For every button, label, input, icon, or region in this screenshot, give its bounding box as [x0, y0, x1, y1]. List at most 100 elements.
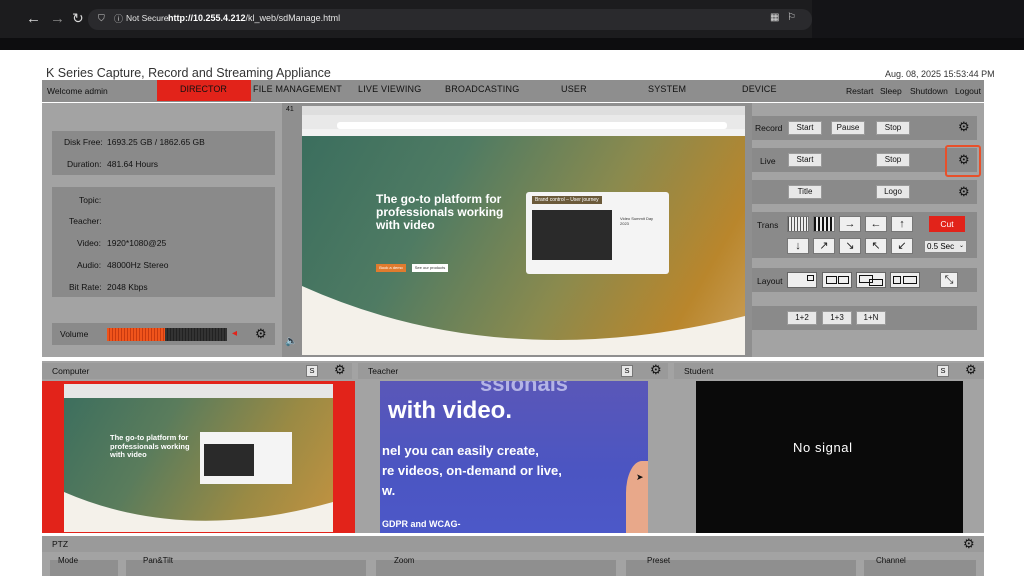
layout-split-button[interactable] — [822, 272, 852, 288]
arrow-right-icon[interactable]: → — [839, 216, 861, 232]
cut-button[interactable]: Cut — [929, 216, 965, 232]
overlay-gear-icon[interactable]: ⚙ — [958, 185, 970, 198]
live-gear-icon[interactable]: ⚙ — [958, 153, 970, 166]
preview-menubar — [302, 106, 745, 115]
tab-system[interactable]: SYSTEM — [648, 84, 686, 94]
arrow-up-right-icon[interactable]: ↗ — [813, 238, 835, 254]
teacher-feed-line3: nel you can easily create, — [382, 443, 539, 458]
forward-icon[interactable]: → — [50, 10, 65, 27]
layout-overlap-button[interactable] — [856, 272, 886, 288]
camera-computer-gear-icon[interactable]: ⚙ — [334, 363, 346, 376]
live-row — [752, 148, 977, 172]
topic-label: Topic: — [79, 195, 102, 205]
teacher-feed-line2: with video. — [388, 397, 513, 424]
ptz-preset-label: Preset — [647, 556, 671, 565]
camera-student-title: Student — [684, 366, 714, 376]
camera-student-feed[interactable] — [696, 381, 963, 533]
arrow-down-right-icon[interactable]: ↘ — [839, 238, 861, 254]
record-gear-icon[interactable]: ⚙ — [958, 120, 970, 133]
preview-card-title: Brand control – User journey — [532, 196, 602, 204]
record-stop-button[interactable]: Stop — [876, 121, 910, 135]
tab-broadcasting[interactable]: BROADCASTING — [445, 84, 519, 94]
record-start-button[interactable]: Start — [788, 121, 822, 135]
layout-side-button[interactable] — [890, 272, 920, 288]
trans-label: Trans — [757, 220, 779, 230]
wipe-icon[interactable] — [813, 216, 835, 232]
tab-user[interactable]: USER — [561, 84, 587, 94]
computer-feed-headline: The go-to platform for professionals wor… — [110, 433, 190, 460]
swap-icon[interactable]: ⤡ — [940, 272, 958, 288]
trans-duration-select[interactable]: 0.5 Sec ⌄ — [924, 240, 967, 253]
mouse-cursor-icon: ➤ — [636, 472, 644, 482]
datetime: Aug. 08, 2025 15:53:44 PM — [885, 69, 995, 79]
combo-1-3-button[interactable]: 1+3 — [822, 311, 852, 325]
title-button[interactable]: Title — [788, 185, 822, 199]
program-preview: The go-to platform for professionals wor… — [302, 106, 745, 355]
mute-icon[interactable]: ◂ — [232, 328, 237, 339]
preview-btn-demo: Book a demo — [376, 264, 406, 272]
combo-1-2-button[interactable]: 1+2 — [787, 311, 817, 325]
live-start-button[interactable]: Start — [788, 153, 822, 167]
info-icon: ⓘ — [114, 14, 124, 24]
dissolve-icon[interactable] — [787, 216, 809, 232]
url-text[interactable]: http://10.255.4.212/kl_web/sdManage.html — [168, 13, 340, 23]
preview-badge: 41 — [286, 106, 294, 113]
tab-live-viewing[interactable]: LIVE VIEWING — [358, 84, 421, 94]
logo-button[interactable]: Logo — [876, 185, 910, 199]
teacher-feed-line6: GDPR and WCAG- — [382, 519, 461, 529]
arrow-down-icon[interactable]: ↓ — [787, 238, 809, 254]
preview-wave — [302, 286, 745, 355]
restart-link[interactable]: Restart — [846, 86, 873, 96]
tab-device[interactable]: DEVICE — [742, 84, 777, 94]
computer-feed-headline-3: with video — [110, 450, 147, 459]
tab-file-management[interactable]: FILE MANAGEMENT — [253, 84, 342, 94]
reload-icon[interactable]: ↻ — [72, 10, 84, 27]
audio-value: 48000Hz Stereo — [107, 260, 169, 270]
preview-headline: The go-to platform for professionals wor… — [376, 193, 503, 232]
camera-computer-title: Computer — [52, 366, 90, 376]
qr-icon[interactable]: ▦ — [770, 12, 779, 23]
preview-card-video — [532, 210, 612, 260]
camera-computer-s-button[interactable]: S — [306, 365, 318, 377]
preview-card-label: Video Summit Day 2023 — [620, 216, 654, 226]
bookmark-icon[interactable]: ⚐ — [787, 12, 796, 23]
camera-teacher-s-button[interactable]: S — [621, 365, 633, 377]
camera-student-s-button[interactable]: S — [937, 365, 949, 377]
app-title: K Series Capture, Record and Streaming A… — [46, 66, 331, 80]
tune-icon[interactable]: ⛉ — [98, 13, 105, 24]
teacher-feed-line1: ssionals — [480, 381, 569, 396]
back-icon[interactable]: ← — [26, 10, 41, 27]
ptz-label: PTZ — [52, 539, 69, 549]
sleep-link[interactable]: Sleep — [880, 86, 902, 96]
preview-audio-icon[interactable]: 🔈 — [285, 336, 297, 347]
record-pause-button[interactable]: Pause — [831, 121, 865, 135]
camera-student-gear-icon[interactable]: ⚙ — [965, 363, 977, 376]
preview-urlbar — [337, 122, 727, 129]
arrow-left-icon[interactable]: ← — [865, 216, 887, 232]
no-signal-text: No signal — [793, 440, 853, 455]
combo-1-n-button[interactable]: 1+N — [856, 311, 886, 325]
ptz-header — [42, 536, 984, 552]
camera-teacher-gear-icon[interactable]: ⚙ — [650, 363, 662, 376]
ptz-mode-label: Mode — [58, 556, 79, 565]
volume-track[interactable] — [165, 328, 227, 341]
arrow-down-left-icon[interactable]: ↙ — [891, 238, 913, 254]
ptz-gear-icon[interactable]: ⚙ — [963, 537, 975, 550]
camera-teacher-feed[interactable]: ssionals with video. nel you can easily … — [380, 381, 648, 533]
computer-feed-wave — [64, 492, 333, 532]
bitrate-label: Bit Rate: — [69, 282, 102, 292]
arrow-up-icon[interactable]: ↑ — [891, 216, 913, 232]
video-value: 1920*1080@25 — [107, 238, 167, 248]
layout-label: Layout — [757, 276, 783, 286]
logout-link[interactable]: Logout — [955, 86, 981, 96]
volume-gear-icon[interactable]: ⚙ — [255, 327, 267, 340]
security-label: Not Secure — [126, 13, 169, 23]
url-host: http://10.255.4.212 — [168, 13, 246, 23]
duration-label: Duration: — [67, 159, 102, 169]
layout-pip-button[interactable] — [787, 272, 817, 288]
arrow-up-left-icon[interactable]: ↖ — [865, 238, 887, 254]
computer-feed-card-video — [204, 444, 254, 476]
shutdown-link[interactable]: Shutdown — [910, 86, 948, 96]
layout-pip-icon — [807, 275, 814, 281]
live-stop-button[interactable]: Stop — [876, 153, 910, 167]
